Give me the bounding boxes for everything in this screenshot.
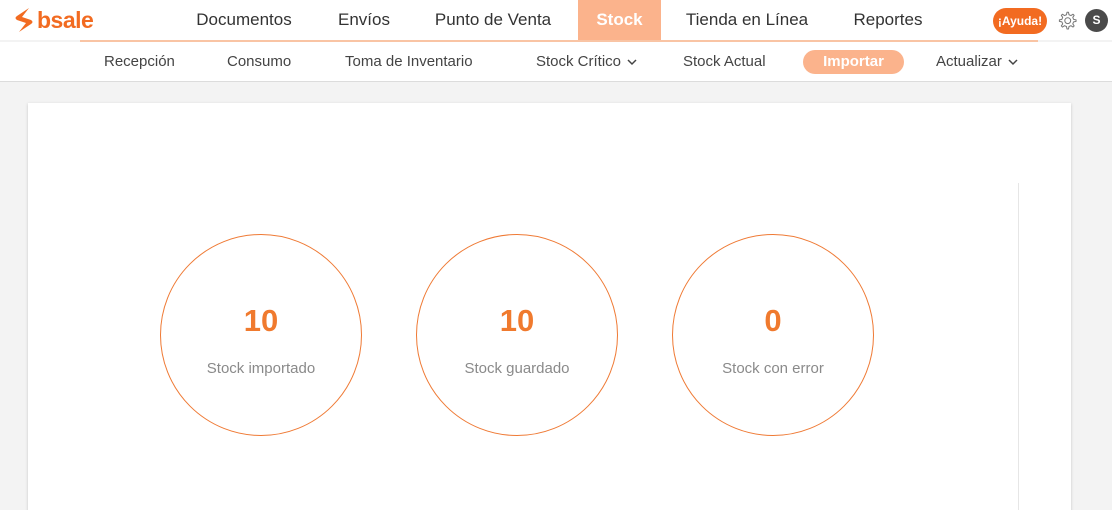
- stat-stock-con-error: 0 Stock con error: [672, 234, 874, 436]
- chevron-down-icon: [1008, 59, 1018, 65]
- help-button[interactable]: ¡Ayuda!: [993, 8, 1047, 34]
- sub-nav-label: Recepción: [104, 53, 175, 70]
- main-nav-punto-de-venta[interactable]: Punto de Venta: [420, 0, 566, 40]
- sub-nav-label: Stock Crítico: [536, 53, 622, 70]
- chevron-down-icon: [627, 59, 637, 65]
- stat-label: Stock importado: [206, 360, 316, 377]
- sub-nav-importar[interactable]: Importar: [803, 50, 904, 74]
- main-nav-tienda-en-linea[interactable]: Tienda en Línea: [673, 0, 821, 40]
- user-avatar[interactable]: S: [1085, 9, 1108, 32]
- sub-nav-label: Actualizar: [936, 53, 1002, 70]
- top-navbar: bsale Documentos Envíos Punto de Venta S…: [0, 0, 1112, 40]
- main-nav-documentos[interactable]: Documentos: [178, 0, 310, 40]
- sub-navbar: Recepción Consumo Toma de Inventario Sto…: [0, 42, 1112, 82]
- gear-icon[interactable]: [1056, 10, 1078, 32]
- brand-logo[interactable]: bsale: [14, 6, 94, 34]
- import-summary-card: 10 Stock importado 10 Stock guardado 0 S…: [28, 103, 1071, 510]
- stat-value: 0: [764, 303, 782, 338]
- sub-nav-label: Consumo: [227, 53, 292, 70]
- bsale-logo-icon: [15, 8, 33, 32]
- sub-nav-consumo[interactable]: Consumo: [227, 50, 291, 74]
- sub-nav-stock-actual[interactable]: Stock Actual: [683, 50, 766, 74]
- sub-nav-recepcion[interactable]: Recepción: [104, 50, 175, 74]
- stat-label: Stock guardado: [464, 360, 570, 377]
- sub-nav-label: Stock Actual: [683, 53, 766, 70]
- column-divider: [1018, 183, 1019, 510]
- sub-nav-label: Importar: [823, 53, 884, 70]
- sub-nav-actualizar[interactable]: Actualizar: [936, 50, 1018, 74]
- sub-nav-label: Toma de Inventario: [345, 53, 473, 70]
- stat-label: Stock con error: [722, 360, 824, 377]
- sub-nav-stock-critico[interactable]: Stock Crítico: [536, 50, 637, 74]
- main-nav-reportes[interactable]: Reportes: [840, 0, 936, 40]
- stat-value: 10: [499, 303, 535, 338]
- stat-stock-importado: 10 Stock importado: [160, 234, 362, 436]
- sub-nav-toma-de-inventario[interactable]: Toma de Inventario: [345, 50, 473, 74]
- stat-value: 10: [243, 303, 279, 338]
- main-nav-stock[interactable]: Stock: [578, 0, 661, 40]
- brand-name: bsale: [37, 6, 94, 33]
- main-nav-envios[interactable]: Envíos: [326, 0, 402, 40]
- stat-stock-guardado: 10 Stock guardado: [416, 234, 618, 436]
